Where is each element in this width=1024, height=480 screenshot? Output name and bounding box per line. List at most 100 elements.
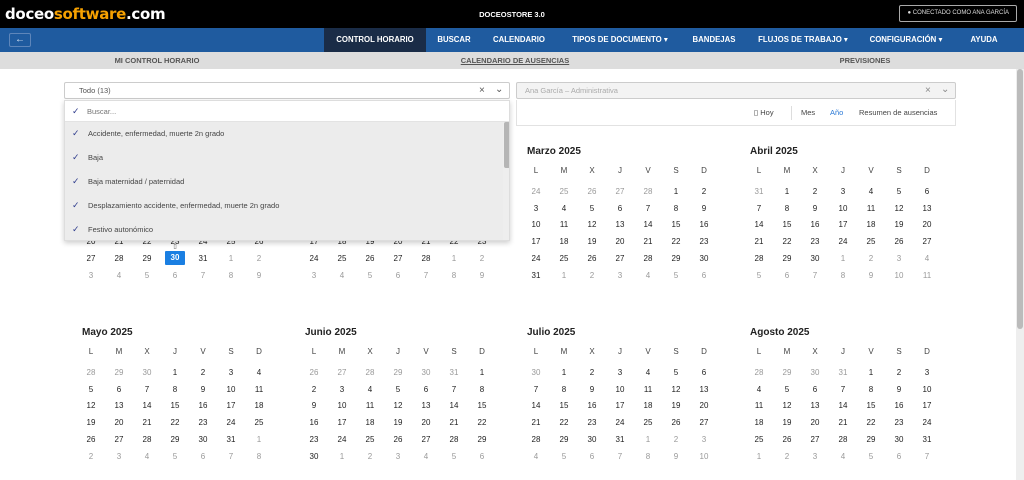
calendar-day[interactable]: 13 [109, 401, 129, 410]
calendar-day[interactable]: 19 [388, 418, 408, 427]
calendar-day[interactable]: 7 [137, 385, 157, 394]
calendar-day[interactable]: 6 [582, 452, 602, 461]
calendar-day[interactable]: 12 [889, 204, 909, 213]
clear-icon[interactable]: × [479, 85, 485, 96]
calendar-day[interactable]: 13 [416, 401, 436, 410]
dropdown-option[interactable]: ✓ Baja maternidad / paternidad [65, 170, 505, 194]
check-icon[interactable]: ✓ [72, 106, 80, 117]
calendar-day[interactable]: 24 [221, 418, 241, 427]
calendar-day[interactable]: 11 [749, 401, 769, 410]
calendar-day[interactable]: 16 [694, 220, 714, 229]
calendar-day[interactable]: 5 [777, 385, 797, 394]
calendar-day[interactable]: 24 [833, 237, 853, 246]
calendar-day[interactable]: 6 [416, 385, 436, 394]
calendar-day[interactable]: 20 [610, 237, 630, 246]
calendar-day[interactable]: 8 [472, 385, 492, 394]
calendar-day[interactable]: 1 [666, 187, 686, 196]
nav-tipos-documento[interactable]: TIPOS DE DOCUMENTO ▾ [561, 28, 679, 52]
calendar-day[interactable]: 7 [805, 271, 825, 280]
calendar-day[interactable]: 30 [694, 254, 714, 263]
calendar-day[interactable]: 24 [526, 187, 546, 196]
calendar-day[interactable]: 8 [249, 452, 269, 461]
calendar-day[interactable]: 2 [666, 435, 686, 444]
calendar-day[interactable]: 23 [889, 418, 909, 427]
calendar-day[interactable]: 27 [416, 435, 436, 444]
calendar-day[interactable]: 26 [666, 418, 686, 427]
calendar-day[interactable]: 25 [360, 435, 380, 444]
calendar-day[interactable]: 1 [249, 435, 269, 444]
calendar-day[interactable]: 5 [582, 204, 602, 213]
calendar-day[interactable]: 28 [526, 435, 546, 444]
calendar-day[interactable]: 23 [304, 435, 324, 444]
calendar-day[interactable]: 5 [137, 271, 157, 280]
calendar-day[interactable]: 9 [861, 271, 881, 280]
calendar-day[interactable]: 14 [137, 401, 157, 410]
calendar-day[interactable]: 11 [638, 385, 658, 394]
calendar-day[interactable]: 18 [360, 418, 380, 427]
nav-calendario[interactable]: CALENDARIO [487, 28, 551, 52]
calendar-day[interactable]: 24 [304, 254, 324, 263]
employee-select[interactable]: Ana García – Administrativa × ⌄ [516, 82, 956, 99]
calendar-day[interactable]: 7 [917, 452, 937, 461]
calendar-day[interactable]: 1 [749, 452, 769, 461]
calendar-day[interactable]: 19 [666, 401, 686, 410]
calendar-day[interactable]: 7 [193, 271, 213, 280]
calendar-day[interactable]: 1 [777, 187, 797, 196]
calendar-day[interactable]: 7 [526, 385, 546, 394]
calendar-day[interactable]: 27 [81, 254, 101, 263]
calendar-day[interactable]: 31 [610, 435, 630, 444]
calendar-day[interactable]: 5 [554, 452, 574, 461]
calendar-day[interactable]: 3 [610, 271, 630, 280]
calendar-day[interactable]: 2 [360, 452, 380, 461]
calendar-day[interactable]: 5 [889, 187, 909, 196]
calendar-day[interactable]: 12 [666, 385, 686, 394]
calendar-day[interactable]: 4 [416, 452, 436, 461]
calendar-day[interactable]: 28 [416, 254, 436, 263]
calendar-day[interactable]: 4 [332, 271, 352, 280]
arrow-left-icon[interactable]: ← [9, 33, 31, 47]
page-scrollbar[interactable] [1016, 69, 1024, 480]
calendar-day[interactable]: 3 [304, 271, 324, 280]
calendar-day[interactable]: 6 [109, 385, 129, 394]
calendar-day[interactable]: 18 [638, 401, 658, 410]
calendar-day[interactable]: 27 [610, 254, 630, 263]
calendar-day[interactable]: 6 [889, 452, 909, 461]
calendar-day[interactable]: 16 [193, 401, 213, 410]
calendar-day[interactable]: 25 [638, 418, 658, 427]
absence-summary-button[interactable]: Resumen de ausencias [859, 108, 937, 117]
calendar-day[interactable]: 28 [638, 254, 658, 263]
calendar-day[interactable]: 15 [554, 401, 574, 410]
calendar-day[interactable]: 4 [249, 368, 269, 377]
calendar-day[interactable]: 24 [332, 435, 352, 444]
calendar-day[interactable]: 14 [526, 401, 546, 410]
calendar-day[interactable]: 16 [582, 401, 602, 410]
calendar-day[interactable]: 5 [81, 385, 101, 394]
calendar-day[interactable]: 27 [388, 254, 408, 263]
calendar-day[interactable]: 28 [749, 368, 769, 377]
calendar-day[interactable]: 4 [137, 452, 157, 461]
calendar-day[interactable]: 5 [388, 385, 408, 394]
calendar-day[interactable]: 25 [332, 254, 352, 263]
calendar-day[interactable]: 10 [332, 401, 352, 410]
calendar-day[interactable]: 16 [304, 418, 324, 427]
calendar-day[interactable]: 28 [444, 435, 464, 444]
calendar-day[interactable]: 28 [137, 435, 157, 444]
calendar-day[interactable]: 7 [749, 204, 769, 213]
calendar-day[interactable]: 30 [582, 435, 602, 444]
calendar-day[interactable]: 28 [833, 435, 853, 444]
nav-configuracion[interactable]: CONFIGURACIÓN ▾ [862, 28, 950, 52]
calendar-day[interactable]: 4 [638, 368, 658, 377]
calendar-day[interactable]: 10 [917, 385, 937, 394]
calendar-day[interactable]: 3 [109, 452, 129, 461]
calendar-day[interactable]: 18 [861, 220, 881, 229]
calendar-day[interactable]: 5 [666, 368, 686, 377]
calendar-day[interactable]: 8 [444, 271, 464, 280]
calendar-day[interactable]: 10 [694, 452, 714, 461]
calendar-day[interactable]: 20 [416, 418, 436, 427]
calendar-day[interactable]: 23 [805, 237, 825, 246]
calendar-day[interactable]: 17 [526, 237, 546, 246]
tab-previsiones[interactable]: PREVISIONES [780, 52, 950, 69]
calendar-day[interactable]: 20 [805, 418, 825, 427]
calendar-day[interactable]: 7 [638, 204, 658, 213]
calendar-day[interactable]: 17 [221, 401, 241, 410]
